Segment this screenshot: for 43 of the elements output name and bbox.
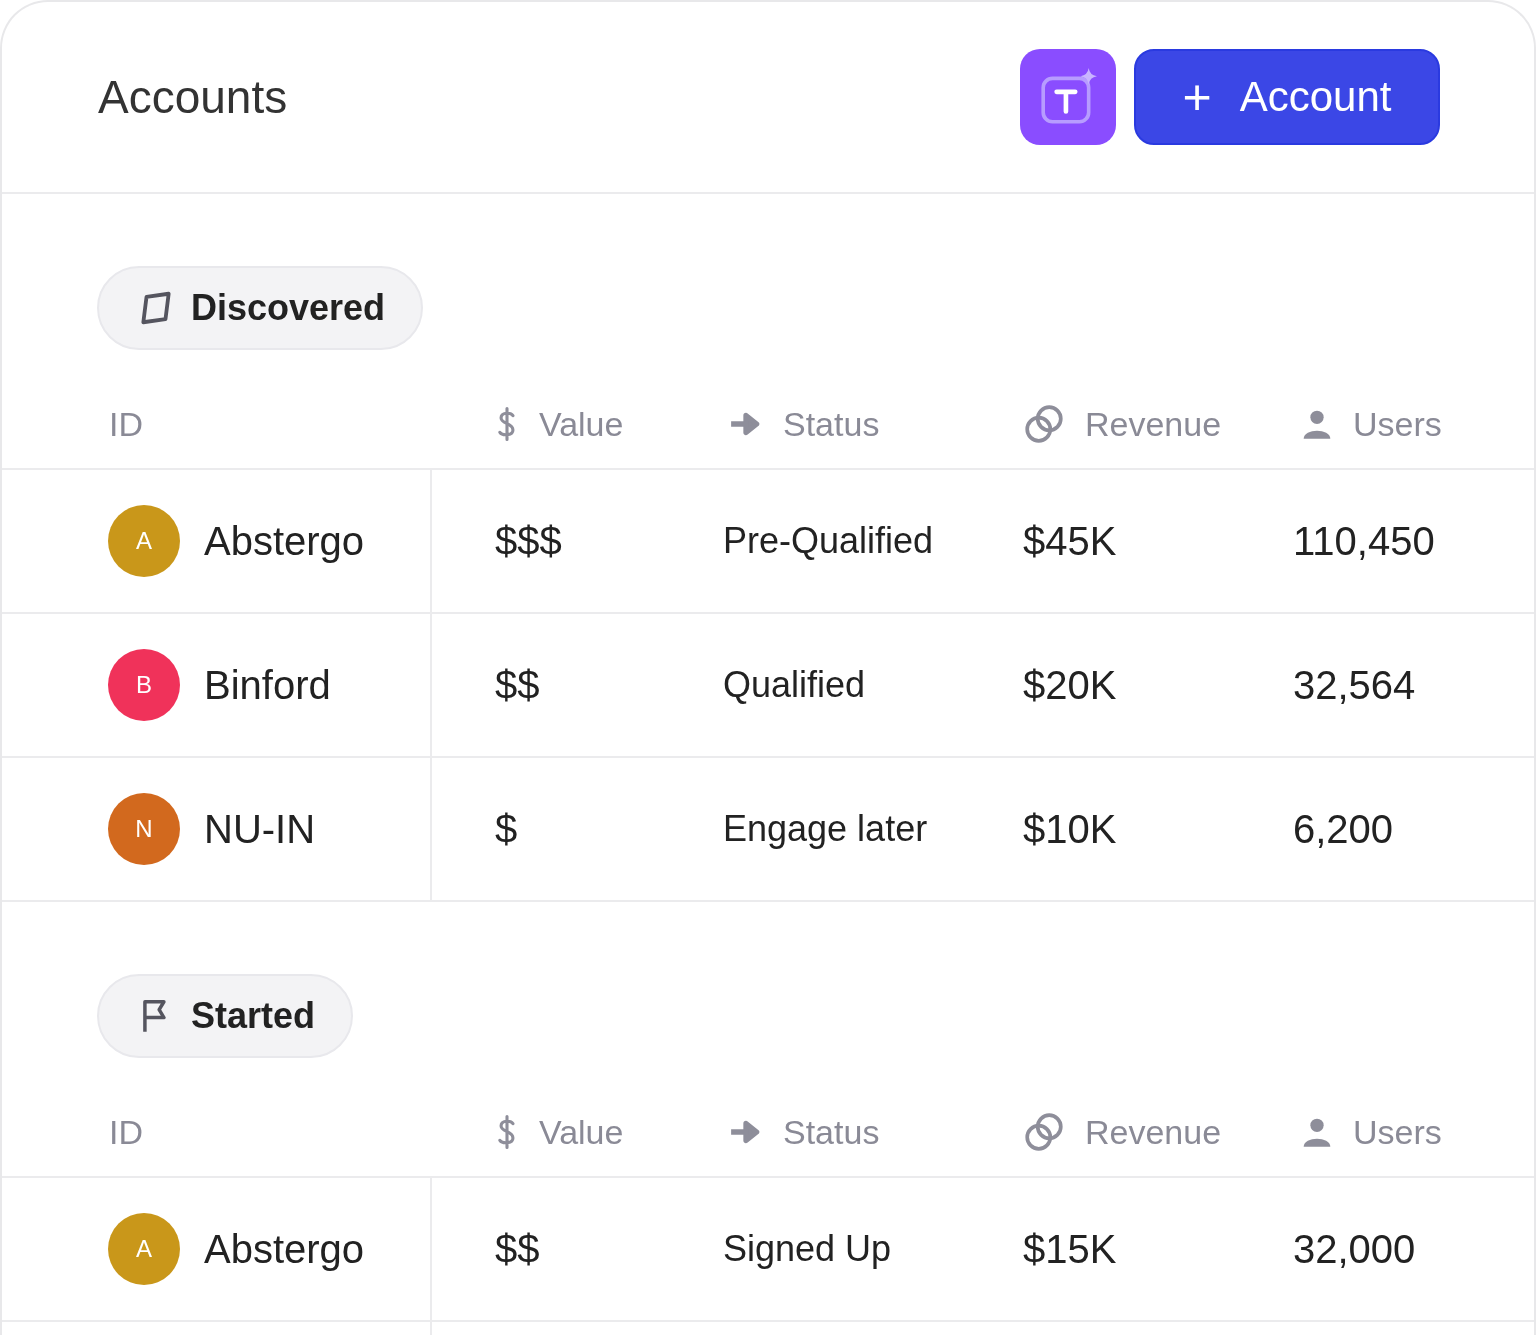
users-cell: 32,000 — [1293, 1226, 1416, 1272]
revenue-cell: $45K — [1023, 518, 1117, 564]
column-header: Value — [539, 404, 624, 444]
rings-icon — [1023, 1111, 1065, 1153]
column-header: Revenue — [1085, 1112, 1222, 1152]
group-label: Started — [191, 995, 316, 1037]
status-cell: Signed Up — [723, 1228, 892, 1270]
column-header: ID — [109, 1112, 143, 1152]
revenue-cell: $10K — [1023, 806, 1117, 852]
status-cell: Qualified — [723, 664, 866, 706]
column-header: Users — [1353, 404, 1442, 444]
column-header: Users — [1353, 1112, 1442, 1152]
avatar: N — [108, 793, 180, 865]
rings-icon — [1023, 403, 1065, 445]
avatar: A — [108, 1213, 180, 1285]
account-name: NU-IN — [204, 806, 316, 852]
column-header: Value — [539, 1112, 624, 1152]
revenue-cell: $15K — [1023, 1226, 1117, 1272]
page-title: Accounts — [98, 70, 288, 124]
account-name: Abstergo — [204, 518, 365, 564]
value-cell: $$ — [495, 662, 540, 708]
users-cell: 110,450 — [1293, 518, 1435, 564]
group-label: Discovered — [191, 287, 386, 329]
value-cell: $$$ — [495, 518, 562, 564]
account-name: Abstergo — [204, 1226, 365, 1272]
avatar: A — [108, 505, 180, 577]
text-ai-button[interactable] — [1020, 49, 1116, 145]
add-account-button[interactable]: + Account — [1134, 49, 1440, 145]
column-header: Status — [783, 1112, 880, 1152]
value-cell: $$ — [495, 1226, 540, 1272]
status-cell: Engage later — [723, 808, 928, 850]
column-header: Revenue — [1085, 404, 1222, 444]
value-cell: $ — [495, 806, 518, 852]
column-header: Status — [783, 404, 880, 444]
users-cell: 32,564 — [1293, 662, 1416, 708]
account-name: Binford — [204, 662, 331, 708]
column-header: ID — [109, 404, 143, 444]
avatar: B — [108, 649, 180, 721]
person-icon — [1301, 408, 1333, 440]
revenue-cell: $20K — [1023, 662, 1117, 708]
person-icon — [1301, 1116, 1333, 1148]
status-cell: Pre-Qualified — [723, 520, 934, 562]
users-cell: 6,200 — [1293, 806, 1394, 852]
